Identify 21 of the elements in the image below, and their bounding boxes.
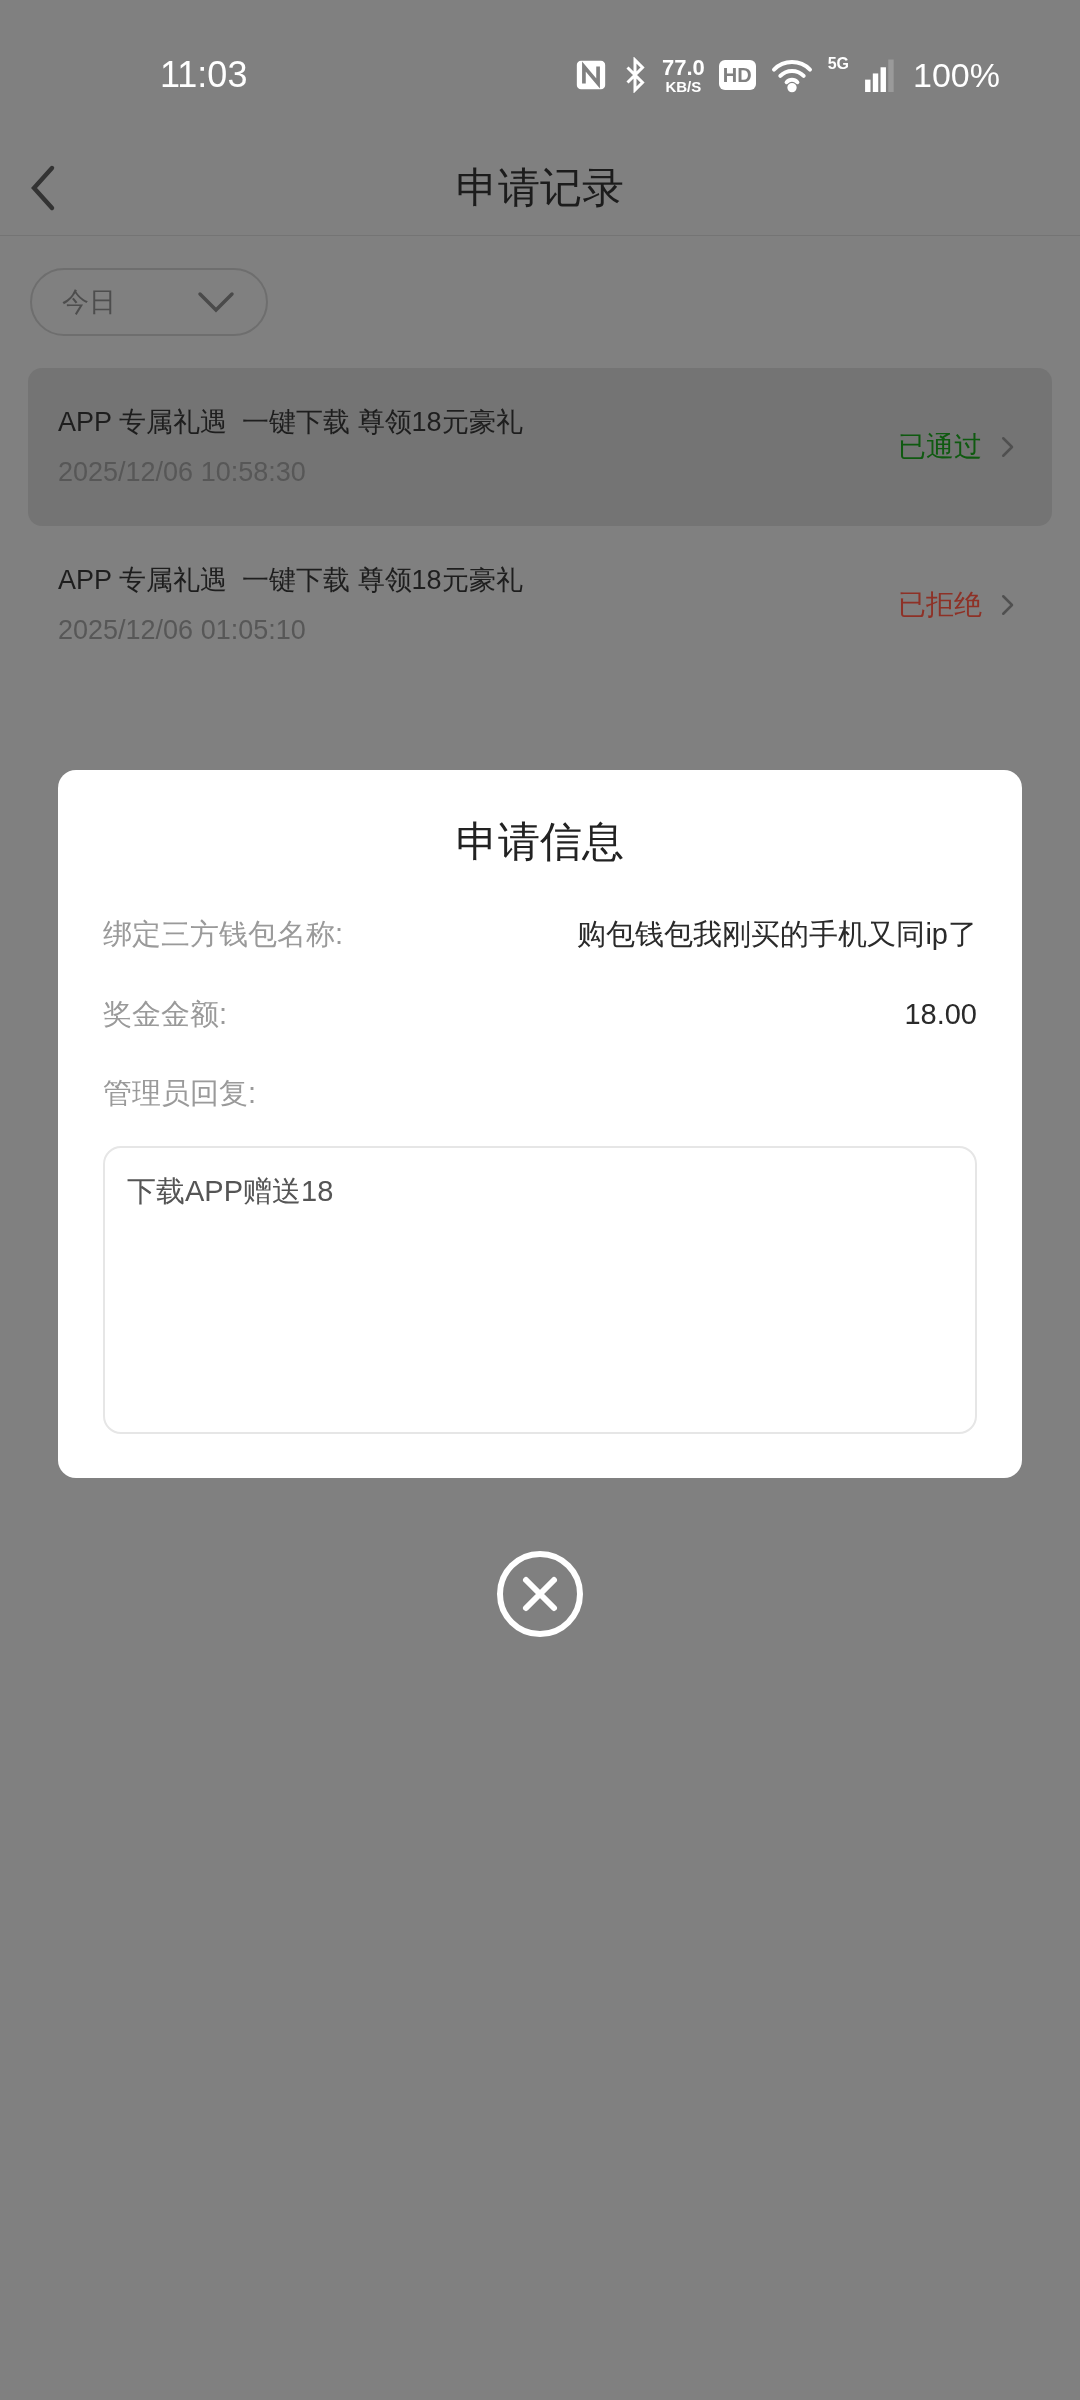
- record-status: 已拒绝: [898, 588, 982, 622]
- wifi-icon: [769, 57, 814, 93]
- speed-unit: KB/S: [665, 78, 702, 94]
- close-button[interactable]: [496, 1549, 584, 1638]
- record-title: APP 专属礼遇 一键下载 尊领18元豪礼: [58, 563, 523, 597]
- battery-percent: 100%: [913, 54, 1000, 96]
- field-label: 管理员回复:: [103, 1076, 258, 1111]
- record-status: 已通过: [898, 430, 982, 464]
- field-label: 奖金金额:: [103, 996, 228, 1032]
- reply-text-area: 下载APP赠送18: [103, 1145, 977, 1434]
- dialog-title: 申请信息: [456, 817, 624, 867]
- record-title: APP 专属礼遇 一键下载 尊领18元豪礼: [58, 405, 523, 439]
- clock-time: 11:03: [160, 53, 248, 97]
- signal-icon: [863, 58, 896, 92]
- network-type: 5G: [827, 53, 850, 74]
- page-title: 申请记录: [456, 163, 624, 213]
- network-speed: 77.0: [661, 56, 705, 79]
- hd-badge: HD: [718, 60, 756, 90]
- field-value: 购包钱包我刚买的手机又同ip了: [577, 917, 977, 952]
- field-label: 绑定三方钱包名称:: [103, 917, 344, 952]
- field-value: 18.00: [904, 996, 977, 1032]
